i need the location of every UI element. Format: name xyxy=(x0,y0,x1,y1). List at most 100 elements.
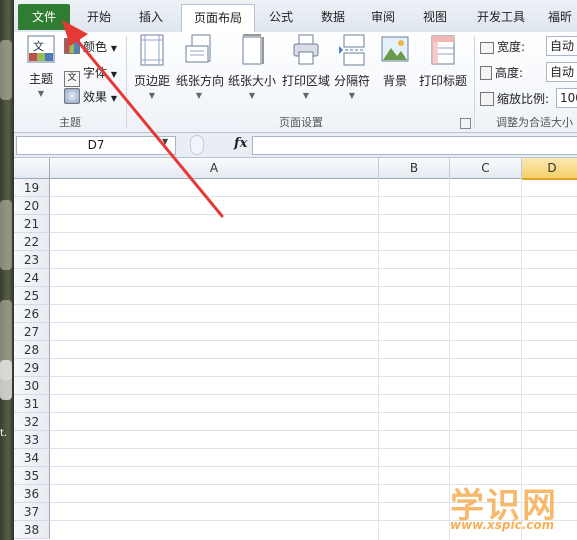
effects-icon xyxy=(64,88,80,104)
formula-input[interactable] xyxy=(252,136,577,155)
themes-button[interactable]: 文 主题 ▼ xyxy=(22,34,60,98)
tab-view[interactable]: 视图 xyxy=(412,6,458,28)
theme-colors-button[interactable]: 颜色 ▼ xyxy=(64,38,117,55)
theme-fonts-label: 字体 xyxy=(83,66,108,80)
tab-data[interactable]: 数据 xyxy=(310,6,356,28)
row-gridline xyxy=(50,376,577,377)
paper-size-button[interactable]: 纸张大小 ▼ xyxy=(228,34,276,100)
svg-text:文: 文 xyxy=(33,39,44,53)
row-header[interactable]: 33 xyxy=(14,431,50,449)
width-label: 宽度: xyxy=(480,38,525,55)
tab-review[interactable]: 审阅 xyxy=(360,6,406,28)
tab-foxit[interactable]: 福昕 xyxy=(540,6,577,28)
row-header[interactable]: 32 xyxy=(14,413,50,431)
font-icon: 文 xyxy=(64,71,80,87)
scale-input[interactable]: 100 xyxy=(556,88,577,108)
scale-group-label: 调整为合适大小 xyxy=(496,116,573,129)
desktop-text-fragment: t. xyxy=(0,428,8,439)
formula-bar-splitter[interactable] xyxy=(190,135,204,155)
row-gridline xyxy=(50,412,577,413)
chevron-down-icon: ▼ xyxy=(302,91,310,100)
row-gridline xyxy=(50,196,577,197)
row-gridline xyxy=(50,286,577,287)
row-header[interactable]: 19 xyxy=(14,179,50,197)
ribbon: 文 主题 ▼ 颜色 ▼ 文字体 ▼ 效果 ▼ 主题 页边距 ▼ 纸张方向 ▼ 纸… xyxy=(14,32,577,133)
page-setup-group-label: 页面设置 xyxy=(279,116,323,129)
themes-label: 主题 xyxy=(28,72,53,86)
height-label: 高度: xyxy=(480,64,523,81)
height-icon xyxy=(480,66,492,80)
row-header[interactable]: 31 xyxy=(14,395,50,413)
margins-button[interactable]: 页边距 ▼ xyxy=(132,34,172,100)
tab-insert[interactable]: 插入 xyxy=(128,6,174,28)
paper-size-label: 纸张大小 xyxy=(228,74,277,88)
row-gridline xyxy=(50,214,577,215)
row-header[interactable]: 28 xyxy=(14,341,50,359)
print-titles-label: 打印标题 xyxy=(418,74,467,88)
row-header[interactable]: 38 xyxy=(14,521,50,539)
chevron-down-icon: ▼ xyxy=(37,89,45,98)
dialog-launcher-icon[interactable] xyxy=(460,118,471,129)
row-header[interactable]: 26 xyxy=(14,305,50,323)
row-header[interactable]: 20 xyxy=(14,197,50,215)
column-header-c[interactable]: C xyxy=(450,158,522,179)
row-gridline xyxy=(50,304,577,305)
row-header[interactable]: 29 xyxy=(14,359,50,377)
formula-bar: D7 ▼ fx xyxy=(14,133,577,158)
breaks-button[interactable]: 分隔符 ▼ xyxy=(334,34,370,100)
row-header[interactable]: 23 xyxy=(14,251,50,269)
chevron-down-icon: ▼ xyxy=(148,91,156,100)
row-header[interactable]: 27 xyxy=(14,323,50,341)
orientation-icon xyxy=(185,34,211,63)
row-gridline xyxy=(50,268,577,269)
width-select[interactable]: 自动 xyxy=(546,36,577,56)
tab-formulas[interactable]: 公式 xyxy=(258,6,304,28)
tab-developer[interactable]: 开发工具 xyxy=(468,6,534,28)
themes-icon: 文 xyxy=(27,35,55,63)
chevron-down-icon: ▼ xyxy=(110,70,117,79)
row-header[interactable]: 37 xyxy=(14,503,50,521)
chevron-down-icon: ▼ xyxy=(110,44,117,53)
column-header-d[interactable]: D xyxy=(522,158,577,180)
height-select[interactable]: 自动 xyxy=(546,62,577,82)
row-header[interactable]: 36 xyxy=(14,485,50,503)
paper-size-icon xyxy=(242,34,264,65)
orientation-button[interactable]: 纸张方向 ▼ xyxy=(176,34,225,100)
row-header[interactable]: 21 xyxy=(14,215,50,233)
palette-icon xyxy=(64,38,80,54)
tab-page-layout[interactable]: 页面布局 xyxy=(181,4,255,33)
tab-home[interactable]: 开始 xyxy=(76,6,122,28)
row-gridline xyxy=(50,322,577,323)
print-area-button[interactable]: 打印区域 ▼ xyxy=(282,34,330,100)
print-titles-button[interactable]: 打印标题 xyxy=(418,34,468,89)
theme-fonts-button[interactable]: 文字体 ▼ xyxy=(64,64,117,87)
theme-colors-label: 颜色 xyxy=(83,40,108,54)
desktop-background: t. xyxy=(0,0,14,540)
row-header[interactable]: 30 xyxy=(14,377,50,395)
theme-effects-button[interactable]: 效果 ▼ xyxy=(64,88,117,105)
select-all-corner[interactable] xyxy=(14,158,50,179)
row-header[interactable]: 35 xyxy=(14,467,50,485)
desktop-icon xyxy=(0,360,12,400)
row-header[interactable]: 34 xyxy=(14,449,50,467)
scale-label: 缩放比例: xyxy=(480,90,549,107)
row-header[interactable]: 22 xyxy=(14,233,50,251)
print-titles-icon xyxy=(431,35,455,65)
desktop-icon xyxy=(0,200,12,270)
tab-file[interactable]: 文件 xyxy=(18,4,70,30)
row-header[interactable]: 25 xyxy=(14,287,50,305)
margins-icon xyxy=(140,34,164,66)
insert-function-icon[interactable]: fx xyxy=(234,136,247,151)
chevron-down-icon[interactable]: ▼ xyxy=(162,137,168,146)
name-box[interactable]: D7 xyxy=(16,136,176,155)
background-button[interactable]: 背景 xyxy=(378,34,412,89)
row-gridline xyxy=(50,430,577,431)
orientation-label: 纸张方向 xyxy=(176,74,225,88)
chevron-down-icon: ▼ xyxy=(248,91,256,100)
row-header[interactable]: 24 xyxy=(14,269,50,287)
row-gridline xyxy=(50,232,577,233)
column-header-a[interactable]: A xyxy=(50,158,379,179)
column-header-b[interactable]: B xyxy=(379,158,450,179)
chevron-down-icon: ▼ xyxy=(195,91,203,100)
row-gridline xyxy=(50,466,577,467)
